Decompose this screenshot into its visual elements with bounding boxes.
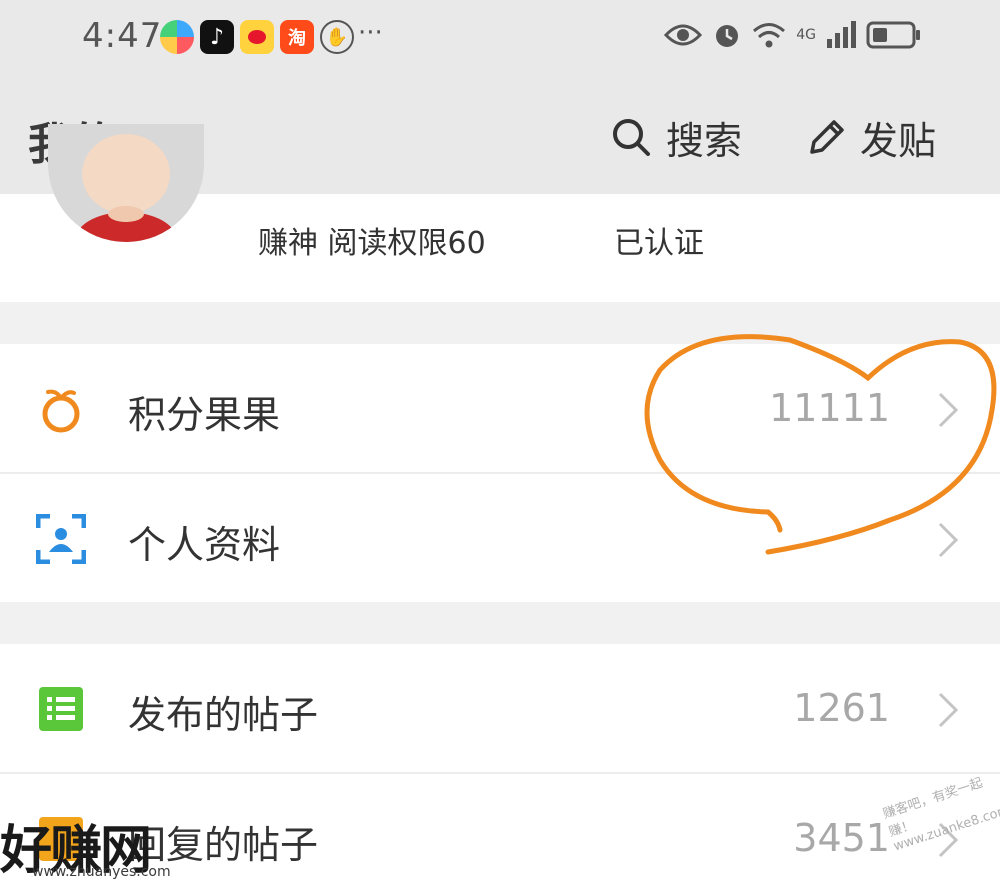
search-icon — [613, 118, 650, 156]
post-button-label: 发贴 — [860, 119, 937, 163]
menu-item-my-posts[interactable]: 发布的帖子 1261 — [0, 644, 1000, 772]
weibo-icon — [240, 20, 274, 54]
posts-count: 1261 — [793, 686, 890, 730]
notification-app-icons: ♪ 淘 ✋ — [160, 20, 354, 54]
app-notification-icon — [160, 20, 194, 54]
replies-count: 3451 — [793, 816, 890, 860]
profile-card-icon — [36, 514, 86, 564]
post-button[interactable]: 发贴 — [804, 110, 936, 165]
menu-item-label: 积分果果 — [128, 393, 281, 437]
pencil-icon — [810, 119, 844, 154]
status-time: 4:47 — [82, 16, 163, 56]
search-button[interactable]: 搜索 — [610, 110, 742, 165]
eye-icon — [664, 24, 703, 46]
hand-icon: ✋ — [320, 20, 354, 54]
watermark-url: www.zhuanyes.com — [32, 864, 171, 880]
more-notifications-icon: ··· — [358, 18, 383, 48]
post-list-icon — [39, 687, 83, 731]
wifi-icon — [753, 23, 786, 48]
menu-item-label: 发布的帖子 — [128, 693, 319, 737]
user-rank-text: 赚神 阅读权限60 — [258, 226, 486, 261]
search-button-label: 搜索 — [666, 119, 743, 163]
chevron-right-icon — [938, 692, 959, 728]
signal-icon — [827, 21, 856, 48]
status-bar: 4:47 ♪ 淘 ✋ ··· 4G — [0, 0, 1000, 80]
menu-item-label: 个人资料 — [128, 523, 281, 567]
menu-item-label: 回复的帖子 — [128, 823, 319, 867]
battery-icon — [866, 21, 920, 49]
profile-summary[interactable]: 赚神 阅读权限60 已认证 — [0, 124, 1000, 302]
heart-annotation — [644, 334, 997, 555]
orange-fruit-icon — [42, 389, 80, 433]
status-indicators: 4G — [664, 20, 922, 50]
verified-status: 已认证 — [614, 226, 704, 261]
taobao-icon: 淘 — [280, 20, 314, 54]
tiktok-icon: ♪ — [200, 20, 234, 54]
avatar[interactable] — [48, 124, 204, 242]
network-type: 4G — [796, 27, 816, 43]
alarm-icon — [716, 25, 739, 47]
